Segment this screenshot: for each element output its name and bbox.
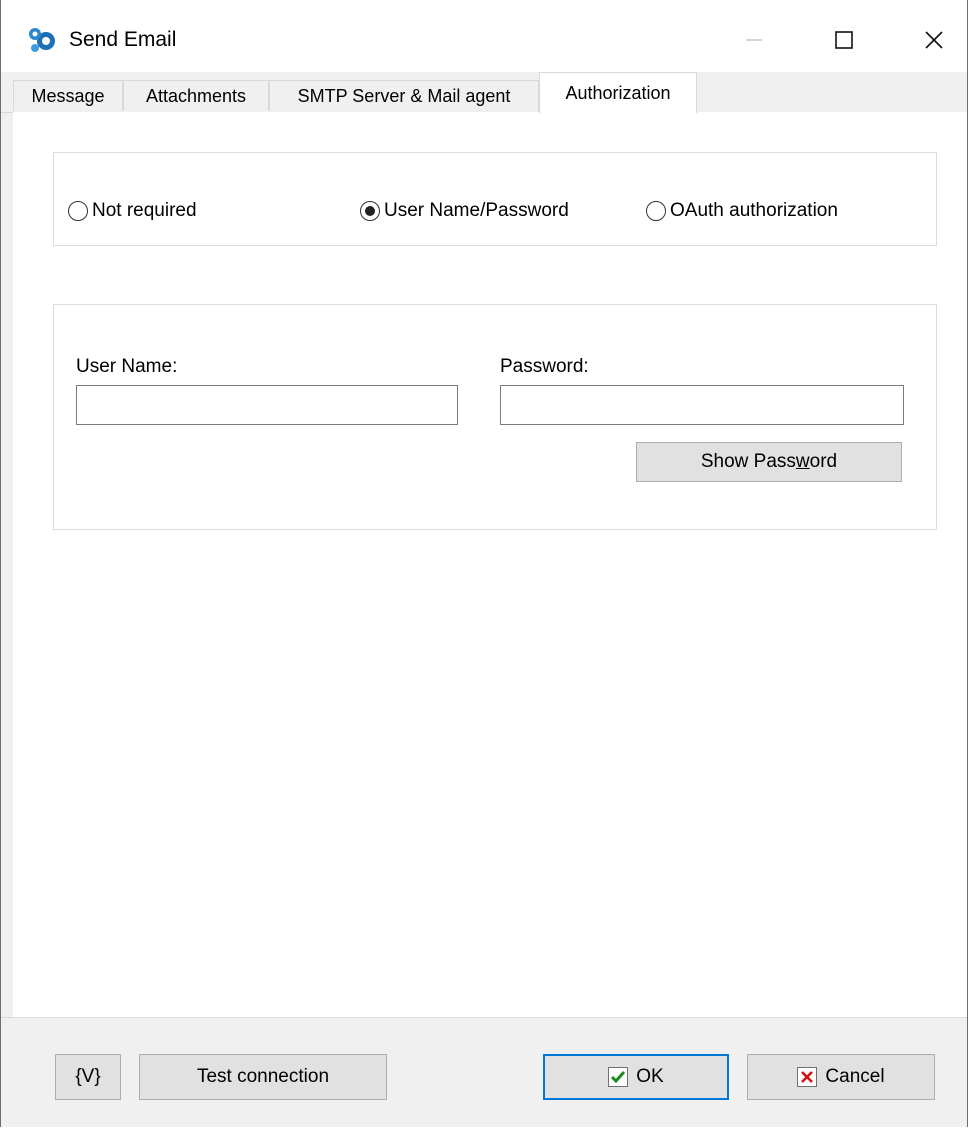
tab-content: Not required User Name/Password OAuth au…	[13, 112, 967, 1017]
footer-bar: {V} Test connection OK Cancel	[1, 1017, 967, 1127]
tab-message[interactable]: Message	[13, 80, 123, 111]
minimize-button[interactable]	[725, 18, 783, 62]
cancel-x-icon	[797, 1067, 818, 1087]
show-password-mnemonic: w	[795, 451, 810, 472]
password-input[interactable]	[500, 385, 904, 425]
show-password-button[interactable]: Show Pass w ord	[636, 442, 902, 482]
radio-circle	[646, 201, 666, 221]
close-icon	[925, 31, 943, 49]
username-label: User Name:	[76, 356, 178, 377]
radio-not-required[interactable]: Not required	[68, 200, 197, 222]
cancel-label: Cancel	[825, 1066, 885, 1087]
variables-button[interactable]: {V}	[55, 1054, 121, 1100]
credentials-group: User Name: Password: Show Pass w ord	[53, 304, 937, 530]
show-password-label-pre: Show Pass	[700, 451, 796, 472]
radio-label: OAuth authorization	[670, 200, 838, 221]
minimize-icon	[746, 39, 762, 41]
auth-method-group: Not required User Name/Password OAuth au…	[53, 152, 937, 246]
username-input[interactable]	[76, 385, 458, 425]
radio-user-name-password[interactable]: User Name/Password	[360, 200, 569, 222]
ok-button[interactable]: OK	[543, 1054, 729, 1100]
window-title: Send Email	[69, 28, 177, 51]
tab-authorization[interactable]: Authorization	[539, 72, 697, 113]
maximize-button[interactable]	[815, 18, 873, 62]
radio-label: User Name/Password	[384, 200, 569, 221]
gears-app-icon	[27, 26, 57, 54]
send-email-window: Send Email Message Attachments SMTP Serv…	[0, 0, 968, 1127]
maximize-icon	[835, 31, 853, 49]
show-password-label-post: ord	[809, 451, 838, 472]
radio-selected-dot	[365, 206, 375, 216]
close-button[interactable]	[905, 18, 963, 62]
password-label: Password:	[500, 356, 589, 377]
radio-circle	[360, 201, 380, 221]
radio-oauth[interactable]: OAuth authorization	[646, 200, 838, 222]
tab-smtp-server[interactable]: SMTP Server & Mail agent	[269, 80, 539, 111]
ok-label: OK	[636, 1066, 664, 1087]
test-connection-button[interactable]: Test connection	[139, 1054, 387, 1100]
title-bar[interactable]: Send Email	[1, 0, 967, 72]
tab-attachments[interactable]: Attachments	[123, 80, 269, 111]
tab-strip: Message Attachments SMTP Server & Mail a…	[1, 72, 967, 113]
cancel-button[interactable]: Cancel	[747, 1054, 935, 1100]
radio-label: Not required	[92, 200, 197, 221]
radio-circle	[68, 201, 88, 221]
checkmark-icon	[608, 1067, 629, 1087]
